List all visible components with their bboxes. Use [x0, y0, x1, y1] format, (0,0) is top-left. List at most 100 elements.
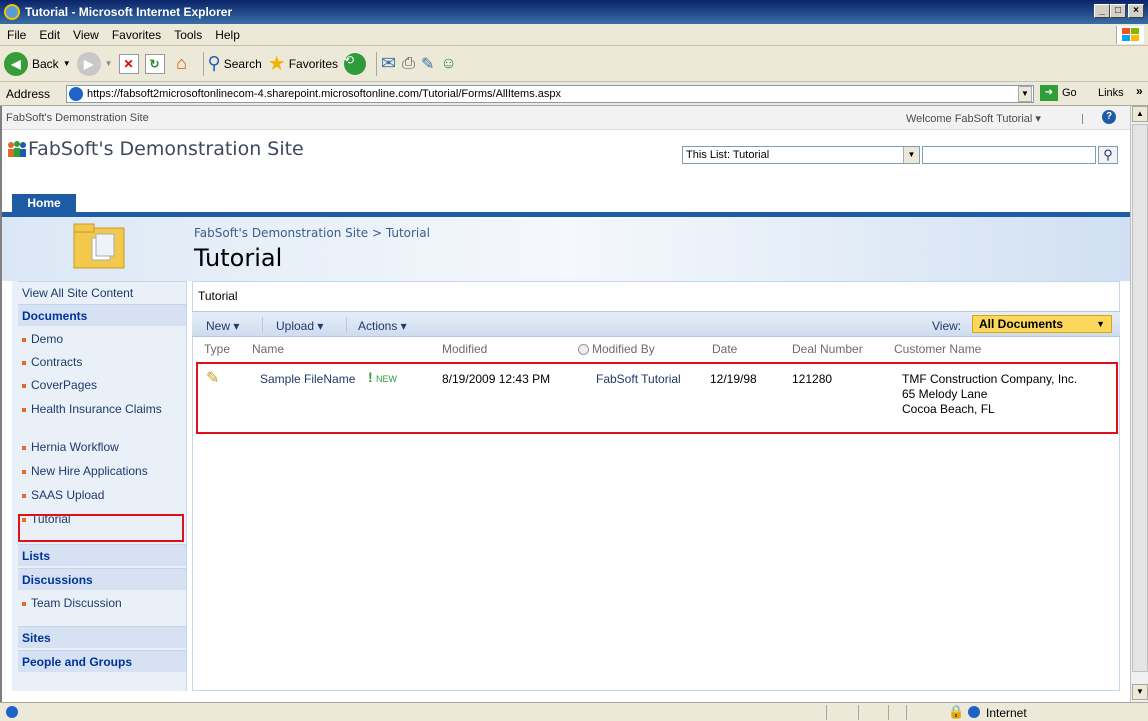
bullet-icon	[22, 360, 26, 365]
help-icon[interactable]: ?	[1102, 110, 1116, 124]
nav-item-label: Demo	[31, 332, 64, 346]
forward-dropdown-icon: ▼	[104, 59, 113, 68]
nav-heading-discussions[interactable]: Discussions	[18, 568, 186, 590]
back-button[interactable]: ◀ Back ▼	[4, 51, 71, 76]
view-all-site-content[interactable]: View All Site Content	[18, 281, 186, 303]
forward-button[interactable]: ▶ ▼	[76, 51, 113, 76]
vertical-scrollbar[interactable]: ▲ ▼	[1130, 106, 1148, 702]
standard-toolbar: ◀ Back ▼ ▶ ▼ ✕ ↻ ⌂ ⚲ Search ★ Favorites …	[0, 46, 1148, 82]
address-dropdown-icon[interactable]: ▼	[1018, 86, 1032, 102]
welcome-menu[interactable]: Welcome FabSoft Tutorial ▾	[906, 112, 1041, 125]
messenger-icon[interactable]: ☺	[440, 55, 456, 73]
page-banner	[2, 217, 1130, 281]
print-icon[interactable]: ⎙	[402, 55, 415, 73]
nav-item-demo[interactable]: Demo	[22, 332, 63, 346]
breadcrumb[interactable]: FabSoft's Demonstration Site > Tutorial	[194, 226, 430, 240]
menu-tools[interactable]: Tools	[174, 28, 202, 42]
lock-icon: 🔒	[948, 704, 965, 719]
mail-icon[interactable]: ✉	[381, 53, 396, 74]
nav-heading-documents[interactable]: Documents	[18, 304, 186, 326]
new-menu-button[interactable]: New ▾	[206, 319, 239, 333]
bullet-icon	[22, 601, 26, 606]
nav-item-team-discussion[interactable]: Team Discussion	[22, 596, 122, 610]
divider	[1082, 114, 1083, 124]
bullet-icon	[22, 407, 26, 412]
menu-favorites[interactable]: Favorites	[112, 28, 161, 42]
internet-zone-icon	[968, 706, 980, 718]
page-title: Tutorial	[194, 244, 283, 272]
nav-heading-people-and-groups[interactable]: People and Groups	[18, 650, 186, 672]
minimize-button[interactable]: _	[1094, 4, 1110, 18]
search-scope-select[interactable]: This List: Tutorial ▼	[682, 146, 920, 164]
scroll-up-icon[interactable]: ▲	[1132, 106, 1148, 122]
search-go-icon[interactable]: ⚲	[1098, 146, 1118, 164]
links-label[interactable]: Links	[1098, 87, 1124, 99]
nav-heading-lists[interactable]: Lists	[18, 544, 186, 566]
column-header-customer-name[interactable]: Customer Name	[894, 342, 981, 356]
toolbar-separator	[376, 51, 378, 76]
scroll-down-icon[interactable]: ▼	[1132, 684, 1148, 700]
column-header-modified-by[interactable]: Modified By	[592, 342, 655, 356]
nav-item-hernia-workflow[interactable]: Hernia Workflow	[22, 440, 119, 454]
edit-icon[interactable]: ✎	[421, 54, 434, 74]
search-label: Search	[223, 56, 262, 71]
view-dropdown-icon: ▼	[1096, 319, 1105, 329]
divider	[906, 705, 907, 720]
menu-bar: File Edit View Favorites Tools Help	[0, 24, 1148, 46]
nav-item-label: Contracts	[31, 355, 83, 369]
bullet-icon	[22, 493, 26, 498]
divider	[262, 317, 263, 333]
divider	[826, 705, 827, 720]
site-search-input[interactable]	[922, 146, 1096, 164]
stop-icon[interactable]: ✕	[118, 53, 139, 74]
column-header-modified[interactable]: Modified	[442, 342, 487, 356]
home-icon[interactable]: ⌂	[171, 53, 193, 74]
go-button[interactable]: ➜ Go	[1040, 85, 1077, 101]
menu-file[interactable]: File	[7, 28, 26, 42]
search-icon: ⚲	[207, 53, 221, 73]
view-selector-value: All Documents	[979, 317, 1064, 331]
upload-menu-button[interactable]: Upload ▾	[276, 319, 323, 333]
nav-item-label: Health Insurance Claims	[31, 402, 162, 416]
close-button[interactable]: ×	[1128, 4, 1144, 18]
address-input[interactable]: https://fabsoft2microsoftonlinecom-4.sha…	[66, 85, 1034, 103]
scroll-thumb[interactable]	[1132, 124, 1148, 672]
favorites-star-icon: ★	[267, 53, 286, 75]
menu-help[interactable]: Help	[215, 28, 240, 42]
actions-menu-button[interactable]: Actions ▾	[358, 319, 407, 333]
refresh-icon[interactable]: ↻	[144, 53, 165, 74]
history-icon[interactable]: ⟲	[344, 52, 367, 75]
top-site-link[interactable]: FabSoft's Demonstration Site	[6, 112, 149, 124]
column-header-name[interactable]: Name	[252, 342, 284, 356]
nav-item-new-hire-applications[interactable]: New Hire Applications	[22, 464, 148, 478]
nav-item-label: Team Discussion	[31, 596, 122, 610]
list-caption: Tutorial	[198, 289, 238, 303]
bullet-icon	[22, 469, 26, 474]
list-toolbar: New ▾ Upload ▾ Actions ▾ View: All Docum…	[192, 311, 1120, 337]
nav-item-saas-upload[interactable]: SAAS Upload	[22, 488, 104, 502]
column-header-deal-number[interactable]: Deal Number	[792, 342, 863, 356]
menu-edit[interactable]: Edit	[39, 28, 60, 42]
back-dropdown-icon: ▼	[62, 59, 71, 68]
divider	[888, 705, 889, 720]
column-header-type[interactable]: Type	[204, 342, 230, 356]
view-selector[interactable]: All Documents ▼	[972, 315, 1112, 333]
column-header-date[interactable]: Date	[712, 342, 737, 356]
window-title-bar: Tutorial - Microsoft Internet Explorer _…	[0, 0, 1148, 24]
site-name[interactable]: FabSoft's Demonstration Site	[28, 138, 304, 160]
page-status-icon	[6, 706, 18, 718]
maximize-button[interactable]: □	[1110, 4, 1126, 18]
tab-home[interactable]: Home	[12, 194, 76, 212]
links-chevron-icon[interactable]: »	[1136, 84, 1143, 98]
nav-item-health-insurance-claims[interactable]: Health Insurance Claims	[22, 402, 162, 416]
nav-item-coverpages[interactable]: CoverPages	[22, 378, 97, 392]
favorites-button[interactable]: ★ Favorites	[268, 51, 338, 76]
search-button[interactable]: ⚲ Search	[208, 53, 262, 74]
nav-heading-sites[interactable]: Sites	[18, 626, 186, 648]
menu-view[interactable]: View	[73, 28, 99, 42]
divider	[858, 705, 859, 720]
security-zone-label: Internet	[986, 706, 1027, 720]
address-url: https://fabsoft2microsoftonlinecom-4.sha…	[87, 88, 561, 100]
nav-item-contracts[interactable]: Contracts	[22, 355, 82, 369]
window-title: Tutorial - Microsoft Internet Explorer	[25, 5, 233, 19]
